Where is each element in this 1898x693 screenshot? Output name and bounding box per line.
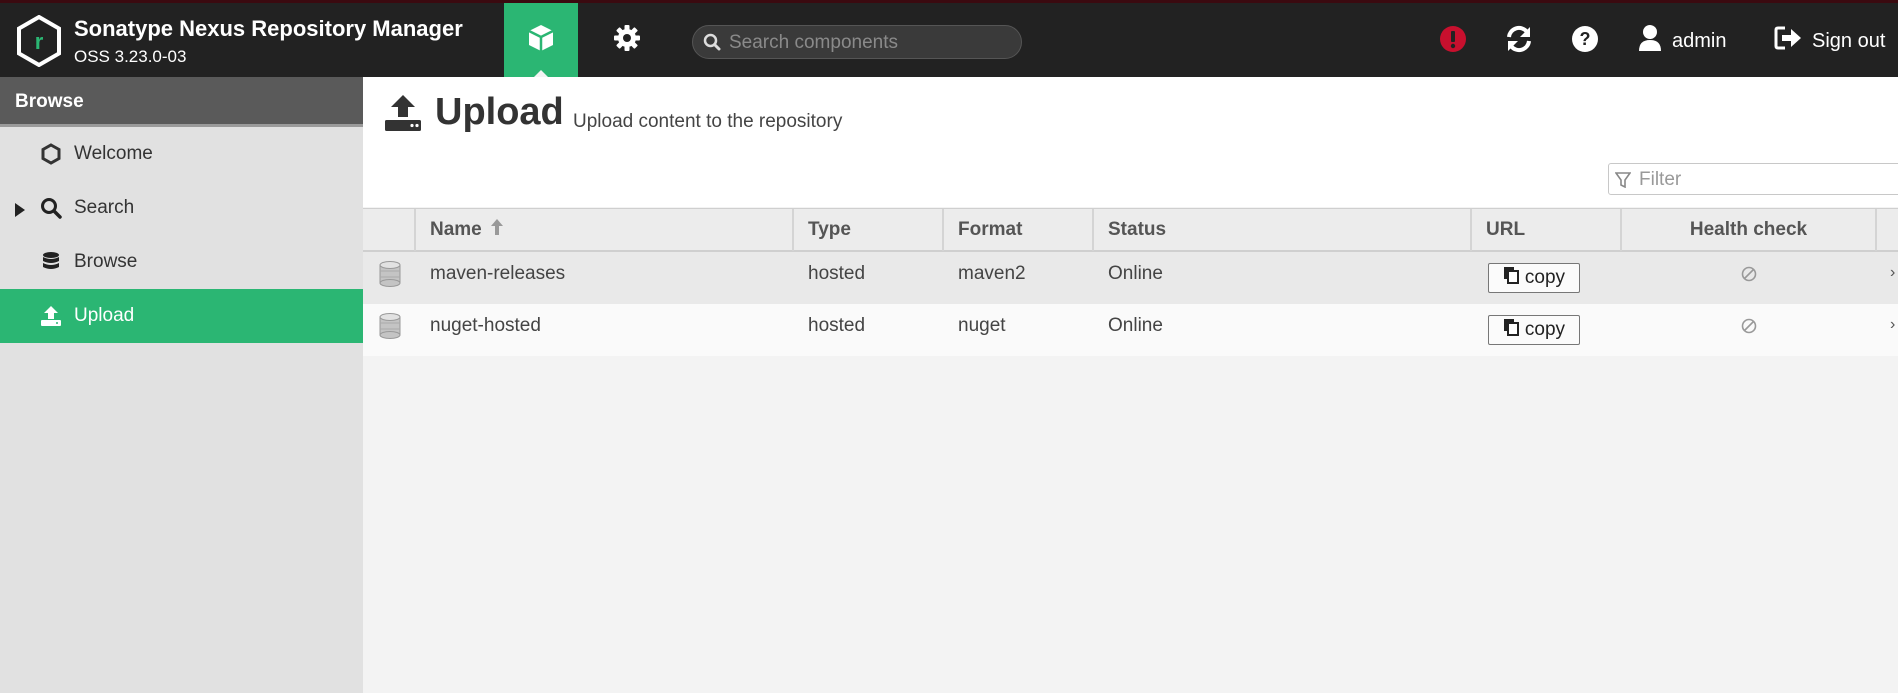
search-icon bbox=[703, 33, 721, 56]
user-name: admin bbox=[1672, 29, 1727, 52]
health-check-disabled-icon[interactable] bbox=[1741, 266, 1757, 287]
header-name[interactable]: Name bbox=[416, 209, 794, 251]
cell-type: hosted bbox=[808, 263, 866, 284]
repository-icon bbox=[379, 261, 401, 292]
filter-icon bbox=[1614, 172, 1632, 193]
page-header: Upload Upload content to the repository bbox=[363, 77, 1898, 207]
sort-ascending-icon bbox=[491, 209, 504, 251]
app-title: Sonatype Nexus Repository Manager bbox=[74, 16, 463, 41]
copy-url-button[interactable]: copy bbox=[1488, 315, 1580, 345]
administration-mode-button[interactable] bbox=[590, 3, 664, 77]
app-version: OSS 3.23.0-03 bbox=[74, 47, 187, 66]
sidebar: Browse Welcome Search Browse Upload bbox=[0, 77, 363, 693]
cell-name: maven-releases bbox=[430, 263, 566, 284]
svg-text:r: r bbox=[35, 29, 44, 54]
alert-icon bbox=[1439, 25, 1467, 58]
table-row[interactable]: nuget-hosted hosted nuget Online copy › bbox=[363, 304, 1898, 356]
header-status[interactable]: Status bbox=[1094, 209, 1472, 251]
sidebar-item-label: Welcome bbox=[74, 143, 153, 164]
cell-format: nuget bbox=[958, 315, 1006, 336]
user-menu-button[interactable]: admin bbox=[1638, 23, 1726, 59]
sidebar-item-label: Search bbox=[74, 197, 135, 218]
refresh-icon bbox=[1504, 24, 1534, 59]
table-header: Name Type Format Status URL Health check bbox=[363, 208, 1898, 252]
header-format[interactable]: Format bbox=[944, 209, 1094, 251]
search-icon bbox=[40, 197, 62, 219]
upload-icon bbox=[40, 305, 62, 327]
header-health-check[interactable]: Health check bbox=[1622, 209, 1877, 251]
top-bar: r Sonatype Nexus Repository Manager OSS … bbox=[0, 0, 1898, 78]
sidebar-item-label: Upload bbox=[74, 305, 135, 326]
cell-type: hosted bbox=[808, 315, 866, 336]
sidebar-item-search[interactable]: Search bbox=[0, 181, 363, 235]
sidebar-item-upload[interactable]: Upload bbox=[0, 289, 363, 343]
browse-mode-button[interactable] bbox=[504, 3, 578, 78]
filter-input[interactable] bbox=[1637, 167, 1898, 193]
sidebar-item-label: Browse bbox=[74, 251, 138, 272]
sign-out-icon bbox=[1774, 25, 1802, 57]
sign-out-label: Sign out bbox=[1812, 29, 1886, 52]
hexagon-icon bbox=[40, 143, 62, 165]
help-button[interactable]: ? bbox=[1569, 25, 1601, 57]
cell-name: nuget-hosted bbox=[430, 315, 541, 336]
refresh-button[interactable] bbox=[1503, 25, 1535, 57]
copy-icon bbox=[1503, 318, 1519, 342]
expand-arrow-icon[interactable] bbox=[14, 201, 26, 223]
cell-status: Online bbox=[1108, 263, 1163, 284]
table-row[interactable]: maven-releases hosted maven2 Online copy bbox=[363, 252, 1898, 304]
header-type[interactable]: Type bbox=[794, 209, 944, 251]
health-check-disabled-icon[interactable] bbox=[1741, 318, 1757, 339]
filter-box bbox=[1608, 163, 1898, 195]
search-components-box bbox=[692, 25, 1022, 59]
copy-icon bbox=[1503, 266, 1519, 290]
cube-icon bbox=[526, 23, 556, 58]
cell-format: maven2 bbox=[958, 263, 1026, 284]
header-url[interactable]: URL bbox=[1472, 209, 1622, 251]
row-expand-icon[interactable]: › bbox=[1890, 264, 1895, 282]
user-icon bbox=[1638, 24, 1662, 58]
gear-icon bbox=[612, 23, 642, 58]
upload-icon bbox=[383, 93, 423, 138]
page-subtitle: Upload content to the repository bbox=[573, 111, 843, 132]
header-icon-column bbox=[363, 209, 416, 251]
cell-status: Online bbox=[1108, 315, 1163, 336]
repository-table: Name Type Format Status URL Health check bbox=[363, 208, 1898, 356]
main-panel: Upload Upload content to the repository … bbox=[363, 77, 1898, 693]
search-components-input[interactable] bbox=[727, 29, 1011, 57]
sign-out-button[interactable]: Sign out bbox=[1774, 23, 1885, 59]
row-expand-icon[interactable]: › bbox=[1890, 316, 1895, 334]
repository-icon bbox=[379, 313, 401, 344]
help-icon: ? bbox=[1571, 25, 1599, 58]
sidebar-item-welcome[interactable]: Welcome bbox=[0, 127, 363, 181]
nexus-logo-icon: r bbox=[16, 14, 62, 68]
page-title: Upload bbox=[435, 91, 564, 133]
system-alert-button[interactable] bbox=[1437, 25, 1469, 57]
sidebar-title: Browse bbox=[0, 77, 363, 127]
copy-url-button[interactable]: copy bbox=[1488, 263, 1580, 293]
svg-text:?: ? bbox=[1580, 29, 1591, 49]
sidebar-item-browse[interactable]: Browse bbox=[0, 235, 363, 289]
database-icon bbox=[40, 251, 62, 273]
